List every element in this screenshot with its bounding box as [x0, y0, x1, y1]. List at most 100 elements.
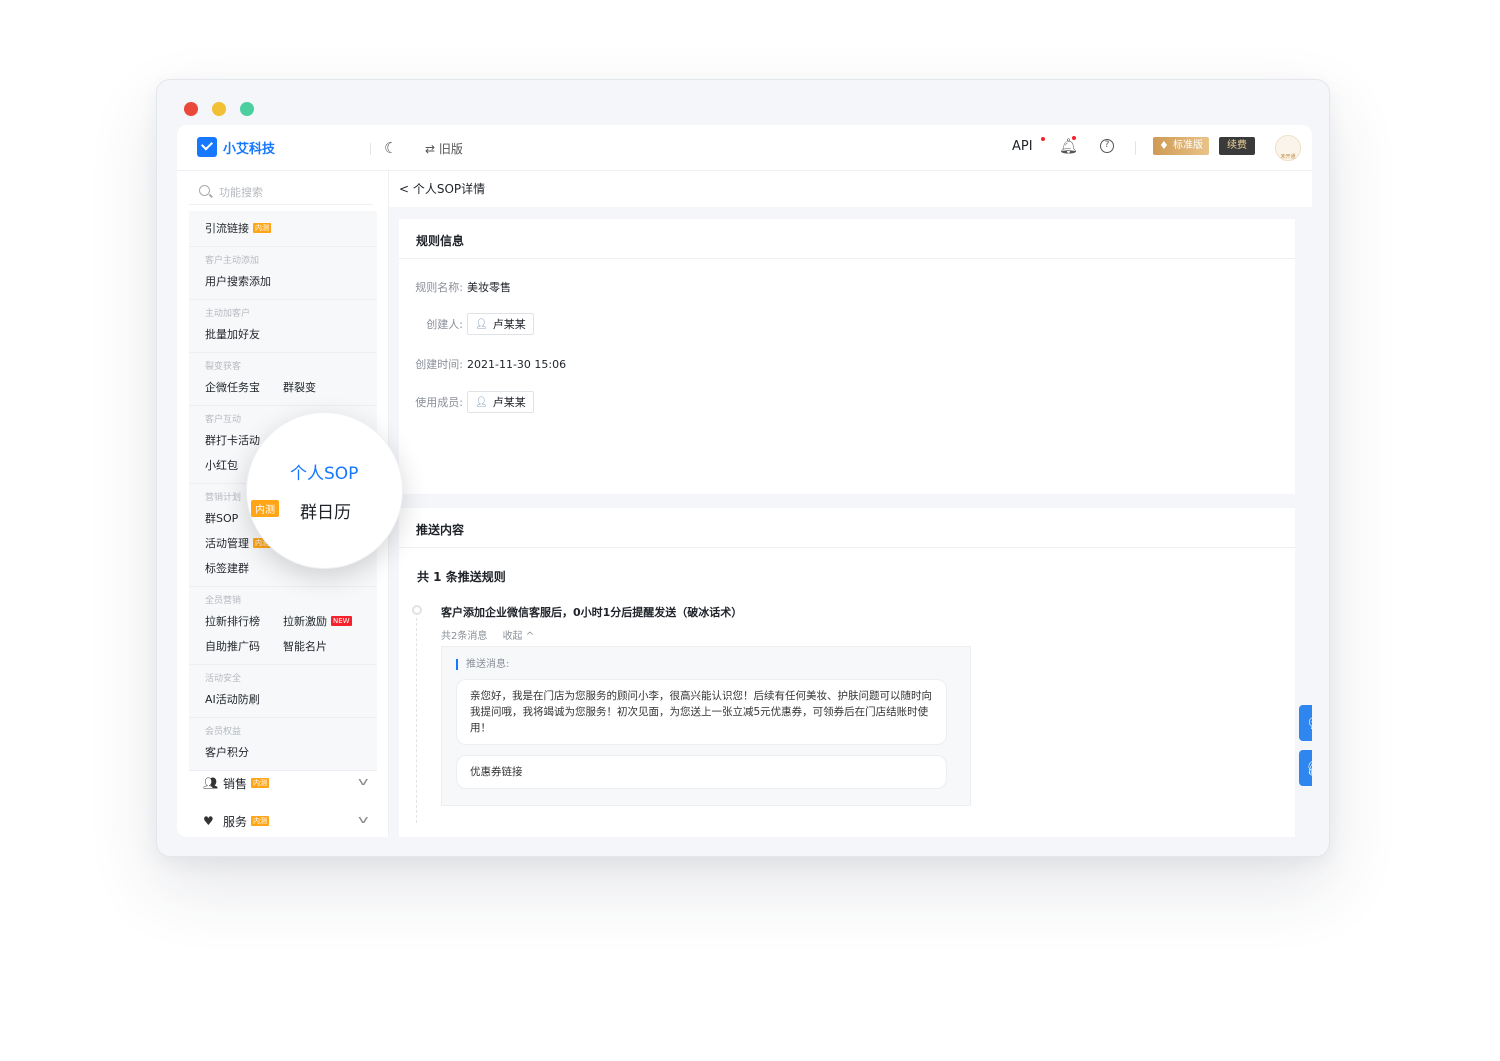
menu-group: 主动加客户 批量加好友	[189, 300, 377, 353]
members-field: 使用成员: 👤︎ 卢某某	[407, 391, 534, 413]
timeline-dot	[412, 605, 422, 615]
created-time-field: 创建时间: 2021-11-30 15:06	[407, 356, 566, 372]
field-label: 使用成员:	[415, 396, 463, 409]
message-bubble: 亲您好，我是在门店为您服务的顾问小李，很高兴能认识您！后续有任何美妆、护肤问题可…	[456, 679, 947, 745]
push-rule-title: 客户添加企业微信客服后，0小时1分后提醒发送（破冰话术）	[441, 606, 743, 619]
plan-badge[interactable]: 标准版	[1153, 137, 1209, 155]
minimize-window-button[interactable]	[212, 102, 226, 116]
beta-tag: 内测	[251, 500, 279, 517]
sidebar-item-referral-incentive[interactable]: 拉新激励 NEW	[283, 613, 361, 629]
maximize-window-button[interactable]	[240, 102, 254, 116]
headset-icon[interactable]: 🎧︎	[1299, 750, 1312, 786]
sidebar-item-user-search-add[interactable]: 用户搜索添加	[205, 273, 288, 289]
chevron-down-icon: v	[358, 813, 369, 826]
rule-name-value: 美妆零售	[467, 281, 511, 294]
beta-tag: 内测	[253, 222, 271, 233]
menu-group: 活动安全 AI活动防刷	[189, 665, 377, 718]
push-message-label: 推送消息:	[456, 659, 509, 670]
sidebar-section-sales[interactable]: 👥︎ 销售 内测 v	[189, 768, 377, 798]
creator-value: 卢某某	[492, 318, 526, 331]
heart-icon: ♥	[203, 814, 214, 828]
push-rule-meta: 共2条消息 收起 ^	[441, 627, 546, 642]
field-label: 创建人:	[426, 318, 463, 331]
chat-icon[interactable]: 💬︎	[1299, 705, 1312, 741]
bell-icon[interactable]: 🔔︎	[1059, 137, 1078, 155]
sidebar-item-label: 引流链接	[205, 221, 249, 235]
section-label: 服务	[223, 814, 248, 829]
timeline-line	[416, 618, 417, 823]
main-content: < 个人SOP详情 规则信息 规则名称: 美妆零售 创建人: 👤︎ 卢某某 创建时…	[389, 171, 1312, 837]
logo-icon	[197, 137, 217, 157]
sidebar-item-group-calendar[interactable]: 群日历	[300, 498, 351, 523]
push-content-title: 推送内容	[399, 508, 1295, 548]
member-chip[interactable]: 👤︎ 卢某某	[467, 391, 534, 413]
sidebar-item-promo-code[interactable]: 自助推广码	[205, 638, 283, 654]
search-placeholder: 功能搜索	[219, 186, 263, 199]
rule-info-card: 规则信息 规则名称: 美妆零售 创建人: 👤︎ 卢某某 创建时间: 2021-11…	[399, 219, 1295, 494]
notification-dot	[1041, 137, 1045, 141]
message-box: 推送消息: 亲您好，我是在门店为您服务的顾问小李，很高兴能认识您！后续有任何美妆…	[441, 646, 971, 806]
beta-tag: 内测	[251, 816, 270, 826]
notification-dot	[1072, 136, 1076, 140]
old-version-link[interactable]: ⇄ 旧版	[425, 140, 463, 157]
creator-chip[interactable]: 👤︎ 卢某某	[467, 313, 534, 335]
menu-group: 会员权益 客户积分	[189, 718, 377, 771]
sidebar-item-personal-sop[interactable]: 个人SOP	[290, 459, 358, 484]
search-input[interactable]: 功能搜索	[189, 179, 373, 205]
sidebar-item-customer-points[interactable]: 客户积分	[205, 744, 288, 760]
menu-group-title: 裂变获客	[205, 362, 242, 372]
search-icon	[199, 185, 210, 196]
new-tag: NEW	[331, 615, 352, 626]
users-icon: 👥︎	[203, 776, 219, 790]
sidebar-section-service[interactable]: ♥ 服务 内测 v	[189, 806, 377, 836]
menu-group-title: 客户主动添加	[205, 256, 260, 266]
coupon-link-bubble[interactable]: 优惠券链接	[456, 755, 947, 789]
avatar[interactable]: 未开通	[1275, 135, 1301, 161]
menu-group-title: 会员权益	[205, 727, 242, 737]
menu-group-title: 全员营销	[205, 596, 242, 606]
field-label: 创建时间:	[415, 358, 463, 371]
menu-group: 客户主动添加 用户搜索添加	[189, 247, 377, 300]
sidebar-item-group-fission[interactable]: 群裂变	[283, 379, 361, 395]
menu-group: 裂变获客 企微任务宝 群裂变	[189, 353, 377, 406]
created-time-value: 2021-11-30 15:06	[467, 357, 567, 371]
user-icon: 👤︎	[475, 396, 488, 408]
moon-icon[interactable]: ☾	[384, 139, 397, 157]
beta-tag: 内测	[251, 778, 270, 788]
divider	[1135, 141, 1136, 155]
push-content-card: 推送内容 共 1 条推送规则 客户添加企业微信客服后，0小时1分后提醒发送（破冰…	[399, 508, 1295, 837]
logo[interactable]: 小艾科技	[197, 137, 275, 157]
sidebar-item-referral-ranking[interactable]: 拉新排行榜	[205, 613, 283, 629]
sidebar-item-task-treasure[interactable]: 企微任务宝	[205, 379, 283, 395]
divider	[370, 143, 371, 155]
menu-group-title: 主动加客户	[205, 309, 251, 319]
api-link[interactable]: API	[1012, 139, 1033, 154]
sidebar-item-ai-antifraud[interactable]: AI活动防刷	[205, 691, 288, 707]
sidebar-item-label: 活动管理	[205, 536, 249, 550]
close-window-button[interactable]	[184, 102, 198, 116]
sidebar-item-label: 拉新激励	[283, 614, 327, 628]
magnifier-overlay: 内测 个人SOP 群日历	[246, 412, 403, 569]
member-value: 卢某某	[492, 396, 526, 409]
logo-text: 小艾科技	[223, 141, 276, 157]
message-count: 共2条消息	[441, 631, 488, 642]
field-label: 规则名称:	[415, 281, 463, 294]
breadcrumb[interactable]: < 个人SOP详情	[389, 171, 1312, 207]
push-rule-count: 共 1 条推送规则	[417, 570, 506, 584]
top-bar: 小艾科技 ☾ ⇄ 旧版 API 🔔︎ ? 标准版 续费 未开通	[177, 125, 1312, 171]
avatar-caption: 未开通	[1280, 154, 1296, 160]
sidebar-item-bulk-add-friends[interactable]: 批量加好友	[205, 326, 288, 342]
menu-group: 全员营销 拉新排行榜 拉新激励 NEW 自助推广码 智能名片	[189, 587, 377, 665]
sidebar-item-tag-group[interactable]: 标签建群	[205, 560, 288, 576]
sidebar-item-smart-card[interactable]: 智能名片	[283, 638, 361, 654]
sidebar-item-traffic-link[interactable]: 引流链接 内测	[205, 220, 288, 236]
creator-field: 创建人: 👤︎ 卢某某	[407, 313, 534, 335]
section-label: 销售	[223, 776, 248, 791]
help-icon[interactable]: ?	[1100, 139, 1114, 153]
chevron-down-icon: v	[358, 775, 369, 788]
rule-name-field: 规则名称: 美妆零售	[407, 279, 511, 295]
renew-button[interactable]: 续费	[1219, 137, 1255, 155]
collapse-toggle[interactable]: 收起 ^	[503, 631, 535, 642]
user-icon: 👤︎	[475, 318, 488, 330]
rule-info-title: 规则信息	[399, 219, 1295, 259]
